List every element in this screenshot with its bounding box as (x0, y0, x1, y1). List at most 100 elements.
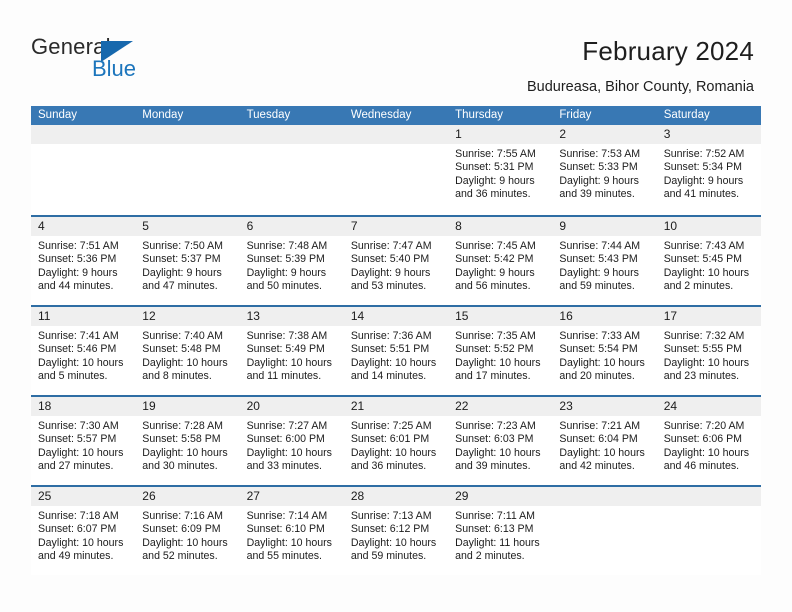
sunrise-time: Sunrise: 7:53 AM (559, 148, 641, 160)
calendar-day-cell[interactable]: 5 Sunrise: 7:50 AM Sunset: 5:37 PM Daylight… (135, 217, 240, 305)
daylight-duration-line1: Daylight: 9 hours (663, 174, 744, 187)
daylight-duration-line1: Daylight: 10 hours (663, 266, 750, 279)
daylight-duration-line1: Daylight: 9 hours (350, 266, 431, 279)
calendar-day-cell[interactable]: 2 Sunrise: 7:53 AM Sunset: 5:33 PM Daylight… (552, 125, 657, 215)
calendar-day-cell[interactable]: 17 Sunrise: 7:32 AM Sunset: 5:55 PM Dayligh… (656, 307, 761, 395)
calendar-day-cell[interactable]: 11 Sunrise: 7:41 AM Sunset: 5:46 PM Dayligh… (31, 307, 136, 395)
day-number (552, 487, 657, 506)
sunrise-time: Sunrise: 7:38 AM (246, 330, 328, 342)
calendar-day-cell[interactable]: 19 Sunrise: 7:28 AM Sunset: 5:58 PM Dayligh… (135, 397, 240, 485)
day-sun-info: Sunrise: 7:33 AM Sunset: 5:54 PM Daylight:… (552, 326, 656, 384)
daylight-duration-line2: and 11 minutes. (246, 370, 322, 383)
calendar-day-cell-empty (552, 487, 657, 575)
daylight-duration-line2: and 39 minutes. (559, 188, 635, 201)
calendar-day-cell[interactable]: 26 Sunrise: 7:16 AM Sunset: 6:09 PM Dayligh… (135, 487, 240, 575)
day-number: 22 (448, 397, 553, 416)
calendar-day-cell[interactable]: 10 Sunrise: 7:43 AM Sunset: 5:45 PM Dayligh… (656, 217, 761, 305)
sunset-time: Sunset: 5:36 PM (38, 253, 117, 266)
sunrise-time: Sunrise: 7:18 AM (38, 510, 119, 522)
daylight-duration-line2: and 36 minutes. (455, 188, 531, 201)
day-number: 19 (135, 397, 240, 416)
day-number: 16 (552, 307, 657, 326)
sunset-time: Sunset: 5:43 PM (559, 253, 638, 266)
general-blue-logo[interactable]: General Blue (31, 36, 231, 86)
sunrise-time: Sunrise: 7:16 AM (142, 510, 223, 522)
day-sun-info: Sunrise: 7:28 AM Sunset: 5:58 PM Daylight:… (135, 416, 239, 474)
calendar-day-cell[interactable]: 24 Sunrise: 7:20 AM Sunset: 6:06 PM Dayligh… (656, 397, 761, 485)
sunset-time: Sunset: 6:06 PM (663, 433, 743, 446)
sunrise-time: Sunrise: 7:32 AM (663, 330, 745, 342)
calendar-day-cell[interactable]: 21 Sunrise: 7:25 AM Sunset: 6:01 PM Dayligh… (343, 397, 449, 485)
day-number: 26 (135, 487, 240, 506)
day-sun-info: Sunrise: 7:52 AM Sunset: 5:34 PM Daylight:… (657, 144, 761, 202)
daylight-duration-line1: Daylight: 9 hours (559, 266, 639, 279)
sunrise-time: Sunrise: 7:52 AM (663, 148, 745, 160)
sunrise-time: Sunrise: 7:40 AM (142, 330, 223, 342)
calendar-day-cell[interactable]: 16 Sunrise: 7:33 AM Sunset: 5:54 PM Dayligh… (552, 307, 657, 395)
day-number: 24 (656, 397, 761, 416)
calendar-day-cell[interactable]: 9 Sunrise: 7:44 AM Sunset: 5:43 PM Daylight… (552, 217, 657, 305)
calendar-day-cell[interactable]: 12 Sunrise: 7:40 AM Sunset: 5:48 PM Dayligh… (135, 307, 240, 395)
calendar-day-cell[interactable]: 25 Sunrise: 7:18 AM Sunset: 6:07 PM Dayligh… (31, 487, 136, 575)
sunset-time: Sunset: 5:39 PM (246, 253, 325, 266)
calendar-day-cell[interactable]: 20 Sunrise: 7:27 AM Sunset: 6:00 PM Dayligh… (239, 397, 344, 485)
daylight-duration-line1: Daylight: 10 hours (559, 356, 645, 369)
calendar-day-cell[interactable]: 27 Sunrise: 7:14 AM Sunset: 6:10 PM Dayligh… (239, 487, 344, 575)
calendar-day-cell[interactable]: 15 Sunrise: 7:35 AM Sunset: 5:52 PM Dayligh… (448, 307, 553, 395)
day-sun-info: Sunrise: 7:18 AM Sunset: 6:07 PM Daylight:… (31, 506, 135, 564)
calendar-body: 1 Sunrise: 7:55 AM Sunset: 5:31 PM Daylight… (31, 125, 761, 575)
day-number: 3 (656, 125, 761, 144)
sunrise-time: Sunrise: 7:23 AM (455, 420, 536, 432)
sunset-time: Sunset: 5:45 PM (663, 253, 743, 266)
logo-text-blue: Blue (92, 56, 137, 81)
day-number: 7 (343, 217, 449, 236)
sunrise-time: Sunrise: 7:44 AM (559, 240, 641, 252)
day-number: 18 (31, 397, 136, 416)
daylight-duration-line2: and 17 minutes. (455, 370, 531, 383)
weekday-header-monday: Monday (142, 109, 184, 121)
calendar-day-cell[interactable]: 22 Sunrise: 7:23 AM Sunset: 6:03 PM Dayligh… (448, 397, 553, 485)
calendar-day-cell[interactable]: 23 Sunrise: 7:21 AM Sunset: 6:04 PM Dayligh… (552, 397, 657, 485)
calendar-day-cell[interactable]: 18 Sunrise: 7:30 AM Sunset: 5:57 PM Dayligh… (31, 397, 136, 485)
calendar-day-cell[interactable]: 6 Sunrise: 7:48 AM Sunset: 5:39 PM Daylight… (239, 217, 344, 305)
calendar-week-row: 18 Sunrise: 7:30 AM Sunset: 5:57 PM Dayligh… (31, 395, 761, 485)
day-number: 28 (343, 487, 449, 506)
sunset-time: Sunset: 5:55 PM (663, 343, 743, 356)
daylight-duration-line2: and 52 minutes. (142, 550, 218, 563)
day-number: 13 (239, 307, 344, 326)
calendar-day-cell[interactable]: 3 Sunrise: 7:52 AM Sunset: 5:34 PM Daylight… (656, 125, 761, 215)
calendar-day-cell[interactable]: 4 Sunrise: 7:51 AM Sunset: 5:36 PM Daylight… (31, 217, 136, 305)
sunset-time: Sunset: 5:51 PM (350, 343, 430, 356)
daylight-duration-line2: and 14 minutes. (350, 370, 427, 383)
calendar-day-cell[interactable]: 29 Sunrise: 7:11 AM Sunset: 6:13 PM Dayligh… (448, 487, 553, 575)
weekday-header-friday: Friday (559, 109, 592, 121)
day-sun-info: Sunrise: 7:44 AM Sunset: 5:43 PM Daylight:… (552, 236, 656, 294)
calendar-day-cell-empty (656, 487, 761, 575)
day-number: 29 (448, 487, 553, 506)
calendar-day-cell[interactable]: 1 Sunrise: 7:55 AM Sunset: 5:31 PM Daylight… (448, 125, 553, 215)
daylight-duration-line2: and 55 minutes. (246, 550, 322, 563)
sunset-time: Sunset: 5:42 PM (455, 253, 534, 266)
sunrise-time: Sunrise: 7:14 AM (246, 510, 328, 522)
day-number: 2 (552, 125, 657, 144)
weekday-header-thursday: Thursday (455, 109, 504, 121)
calendar-day-cell[interactable]: 8 Sunrise: 7:45 AM Sunset: 5:42 PM Daylight… (448, 217, 553, 305)
calendar-day-cell[interactable]: 13 Sunrise: 7:38 AM Sunset: 5:49 PM Dayligh… (239, 307, 344, 395)
day-number: 17 (656, 307, 761, 326)
day-sun-info: Sunrise: 7:43 AM Sunset: 5:45 PM Daylight:… (657, 236, 761, 294)
sunset-time: Sunset: 6:13 PM (455, 523, 534, 536)
day-number (343, 125, 449, 144)
day-number: 25 (31, 487, 136, 506)
daylight-duration-line1: Daylight: 10 hours (142, 356, 228, 369)
day-number: 5 (135, 217, 240, 236)
sunset-time: Sunset: 5:34 PM (663, 161, 743, 174)
calendar-day-cell[interactable]: 14 Sunrise: 7:36 AM Sunset: 5:51 PM Dayligh… (343, 307, 449, 395)
daylight-duration-line2: and 53 minutes. (350, 280, 427, 293)
calendar-day-cell[interactable]: 7 Sunrise: 7:47 AM Sunset: 5:40 PM Daylight… (343, 217, 449, 305)
day-number: 15 (448, 307, 553, 326)
day-sun-info: Sunrise: 7:16 AM Sunset: 6:09 PM Daylight:… (135, 506, 239, 564)
calendar-day-cell[interactable]: 28 Sunrise: 7:13 AM Sunset: 6:12 PM Dayligh… (343, 487, 449, 575)
daylight-duration-line2: and 47 minutes. (142, 280, 218, 293)
daylight-duration-line2: and 2 minutes. (455, 550, 525, 563)
daylight-duration-line1: Daylight: 10 hours (350, 446, 437, 459)
